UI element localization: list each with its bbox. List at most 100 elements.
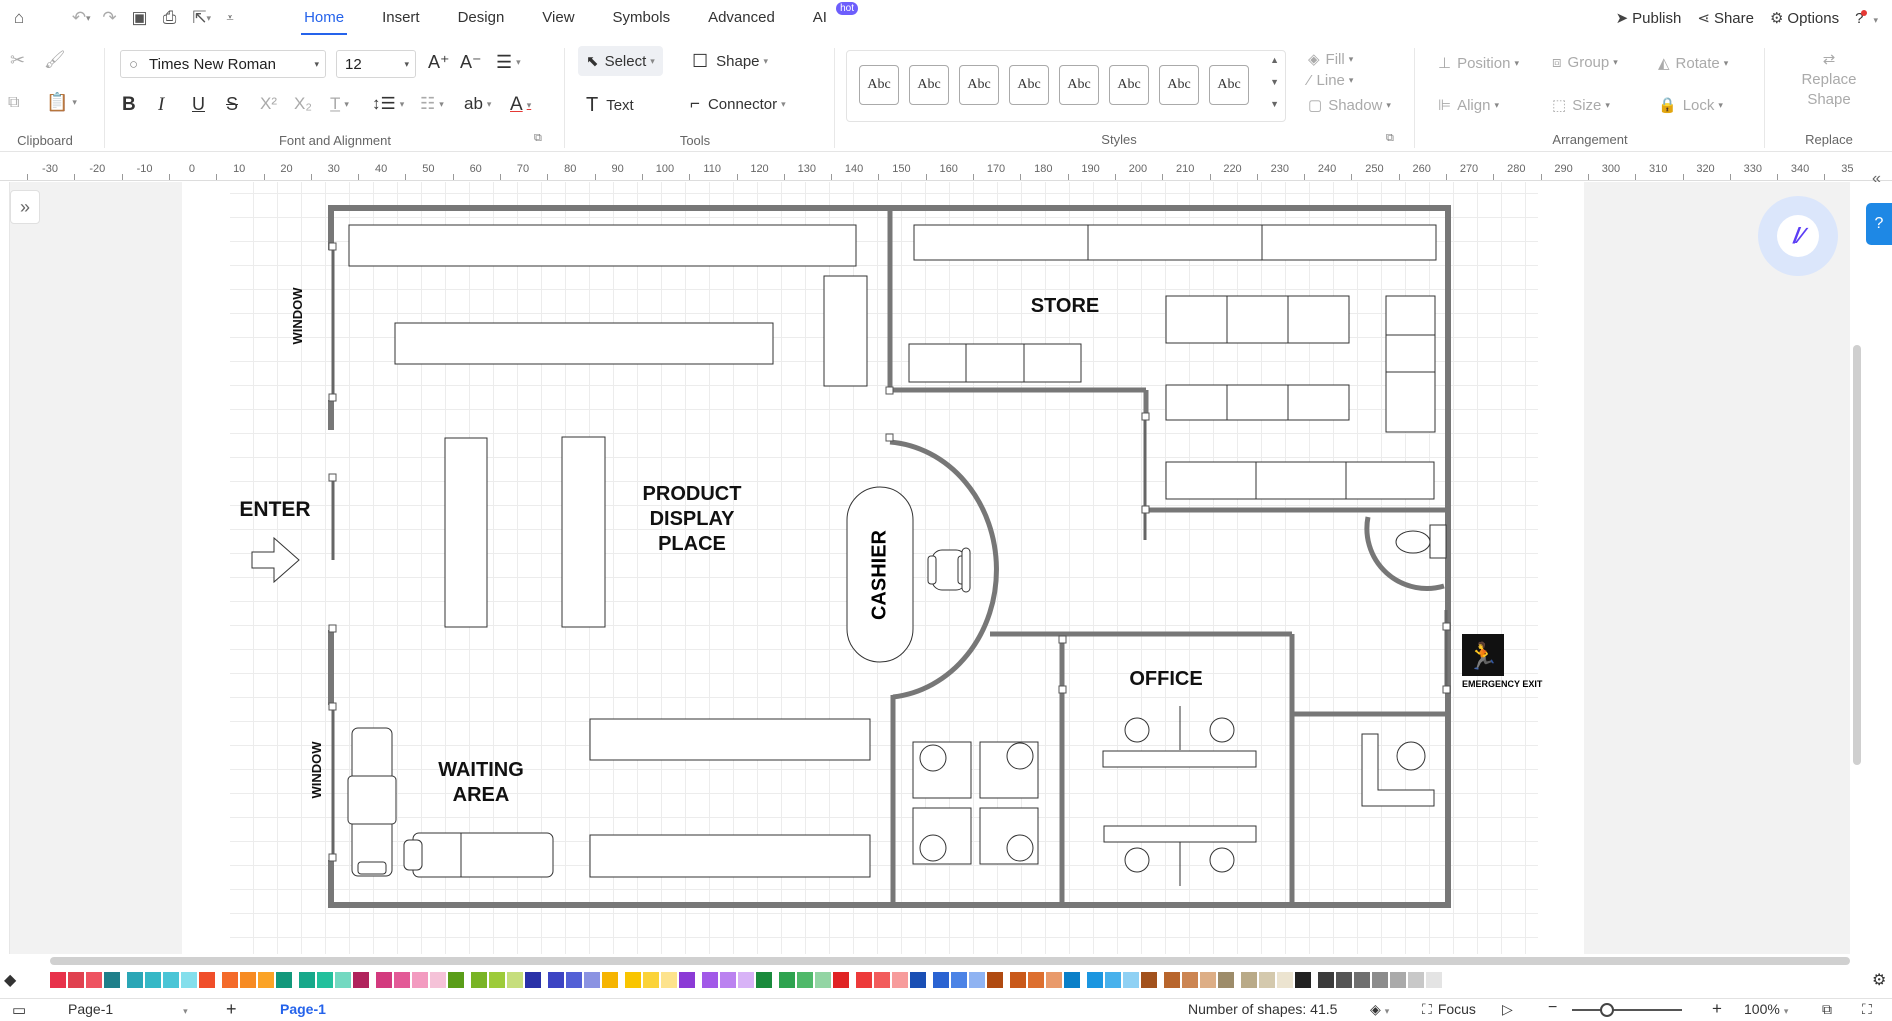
color-swatch[interactable] xyxy=(163,972,179,988)
color-swatch[interactable] xyxy=(933,972,949,988)
color-swatch[interactable] xyxy=(833,972,849,988)
color-swatch[interactable] xyxy=(199,972,215,988)
palette-settings-icon[interactable]: ⚙ xyxy=(1872,970,1886,990)
layers-icon[interactable]: ◈ ▾ xyxy=(1370,1001,1389,1018)
zoom-out-icon[interactable]: − xyxy=(1548,999,1557,1017)
color-swatch[interactable] xyxy=(276,972,292,988)
color-swatch[interactable] xyxy=(50,972,66,988)
fullscreen-icon[interactable]: ⛶ xyxy=(1862,1001,1872,1018)
color-swatch[interactable] xyxy=(1028,972,1044,988)
color-swatch[interactable] xyxy=(240,972,256,988)
color-swatch[interactable] xyxy=(1141,972,1157,988)
color-swatch[interactable] xyxy=(68,972,84,988)
page-tab-active[interactable]: Page-1 xyxy=(280,1001,326,1017)
color-swatch[interactable] xyxy=(507,972,523,988)
color-swatch[interactable] xyxy=(258,972,274,988)
color-swatch[interactable] xyxy=(1105,972,1121,988)
focus-button[interactable]: ⛶ Focus xyxy=(1422,1001,1476,1018)
color-swatch[interactable] xyxy=(1259,972,1275,988)
color-swatch[interactable] xyxy=(661,972,677,988)
color-swatch[interactable] xyxy=(471,972,487,988)
color-swatch[interactable] xyxy=(299,972,315,988)
color-swatch[interactable] xyxy=(566,972,582,988)
color-swatch[interactable] xyxy=(679,972,695,988)
color-swatch[interactable] xyxy=(1390,972,1406,988)
color-swatch[interactable] xyxy=(222,972,238,988)
color-swatch[interactable] xyxy=(1087,972,1103,988)
color-swatch[interactable] xyxy=(127,972,143,988)
zoom-level-select[interactable]: 100% ▾ xyxy=(1744,1001,1788,1017)
color-swatch[interactable] xyxy=(317,972,333,988)
color-swatch[interactable] xyxy=(1123,972,1139,988)
color-swatch[interactable] xyxy=(104,972,120,988)
color-swatch[interactable] xyxy=(779,972,795,988)
zoom-in-icon[interactable]: + xyxy=(1712,999,1722,1019)
color-swatch[interactable] xyxy=(702,972,718,988)
color-swatch[interactable] xyxy=(1372,972,1388,988)
color-swatch[interactable] xyxy=(412,972,428,988)
color-swatch[interactable] xyxy=(756,972,772,988)
color-swatch[interactable] xyxy=(1064,972,1080,988)
color-swatch[interactable] xyxy=(1046,972,1062,988)
page-selector[interactable]: Page-1 ▾ xyxy=(68,1001,188,1017)
vertical-scroll-thumb[interactable] xyxy=(1853,345,1861,765)
fit-page-icon[interactable]: ⧉ xyxy=(1822,1001,1832,1018)
color-swatch[interactable] xyxy=(892,972,908,988)
page-list-icon[interactable]: ▭ xyxy=(12,1001,26,1019)
waiting-label-line2: AREA xyxy=(453,784,510,806)
help-tab-icon[interactable]: ? xyxy=(1866,203,1892,245)
color-swatch[interactable] xyxy=(720,972,736,988)
floor-plan[interactable]: CASHIER 🏃 EMERGENCY EXIT STORE PRODUCT D… xyxy=(0,0,1892,1021)
color-swatch[interactable] xyxy=(1182,972,1198,988)
color-swatch[interactable] xyxy=(1295,972,1311,988)
color-swatch[interactable] xyxy=(602,972,618,988)
color-swatch[interactable] xyxy=(1164,972,1180,988)
color-swatch[interactable] xyxy=(353,972,369,988)
color-swatch[interactable] xyxy=(1200,972,1216,988)
color-swatch[interactable] xyxy=(1408,972,1424,988)
store-label: STORE xyxy=(1031,295,1100,317)
fill-color-tool-icon[interactable]: ◆ xyxy=(4,970,16,990)
color-swatch[interactable] xyxy=(1336,972,1352,988)
color-swatch[interactable] xyxy=(969,972,985,988)
color-swatch[interactable] xyxy=(86,972,102,988)
color-swatch[interactable] xyxy=(448,972,464,988)
color-swatch[interactable] xyxy=(874,972,890,988)
color-swatch[interactable] xyxy=(643,972,659,988)
color-swatch[interactable] xyxy=(376,972,392,988)
color-swatch[interactable] xyxy=(489,972,505,988)
collapse-right-panel-icon[interactable]: « xyxy=(1872,170,1881,188)
color-swatch[interactable] xyxy=(584,972,600,988)
zoom-slider-handle[interactable] xyxy=(1600,1003,1614,1017)
ai-assistant-button[interactable]: /∕ xyxy=(1758,196,1838,276)
add-page-icon[interactable]: + xyxy=(226,999,237,1020)
color-swatch[interactable] xyxy=(856,972,872,988)
horizontal-scrollbar[interactable] xyxy=(50,957,1850,965)
waiting-seats xyxy=(347,727,554,878)
color-swatch[interactable] xyxy=(815,972,831,988)
color-swatch[interactable] xyxy=(625,972,641,988)
product-label-line1: PRODUCT xyxy=(643,483,742,505)
color-swatch[interactable] xyxy=(145,972,161,988)
color-swatch[interactable] xyxy=(1241,972,1257,988)
color-swatch[interactable] xyxy=(910,972,926,988)
color-swatch[interactable] xyxy=(548,972,564,988)
color-swatch[interactable] xyxy=(1010,972,1026,988)
color-swatch[interactable] xyxy=(1426,972,1442,988)
color-swatch[interactable] xyxy=(797,972,813,988)
color-swatch[interactable] xyxy=(1354,972,1370,988)
color-swatch[interactable] xyxy=(1277,972,1293,988)
emergency-exit-sign: 🏃 EMERGENCY EXIT xyxy=(1462,634,1543,689)
color-swatch[interactable] xyxy=(951,972,967,988)
color-swatch[interactable] xyxy=(525,972,541,988)
zoom-slider[interactable] xyxy=(1572,1009,1682,1011)
color-swatch[interactable] xyxy=(181,972,197,988)
play-icon[interactable]: ▷ xyxy=(1502,1001,1513,1018)
color-swatch[interactable] xyxy=(738,972,754,988)
color-swatch[interactable] xyxy=(1318,972,1334,988)
color-swatch[interactable] xyxy=(987,972,1003,988)
color-swatch[interactable] xyxy=(335,972,351,988)
color-swatch[interactable] xyxy=(394,972,410,988)
color-swatch[interactable] xyxy=(430,972,446,988)
color-swatch[interactable] xyxy=(1218,972,1234,988)
